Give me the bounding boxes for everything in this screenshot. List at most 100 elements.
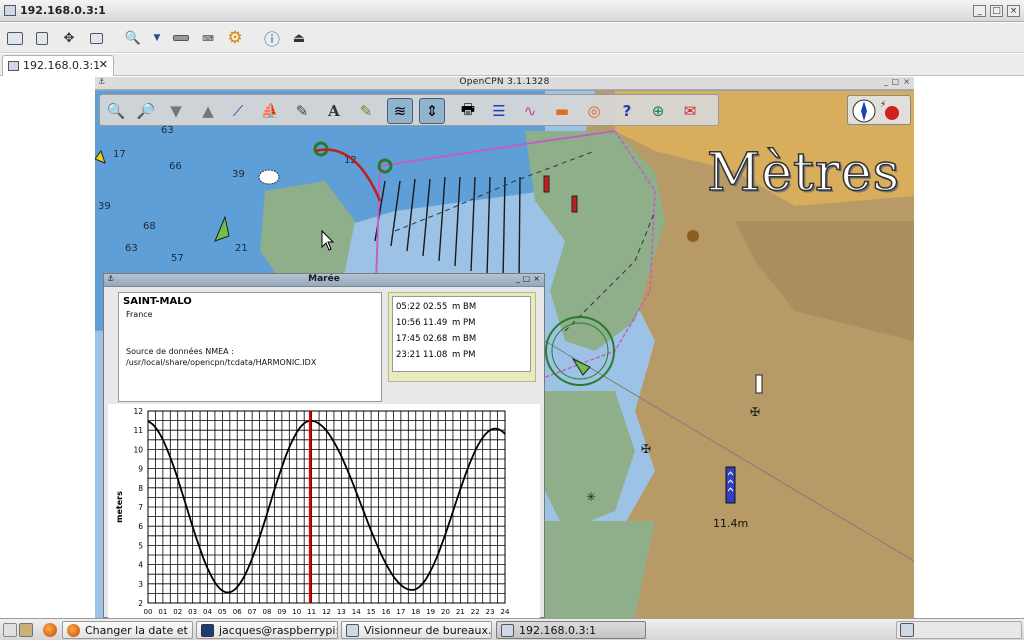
svg-text:✠: ✠ [641,442,651,456]
window-app-icon [4,5,16,16]
tide-dialog-maximize-button[interactable]: □ [522,274,530,283]
zoom-in-icon[interactable]: 🔍 [103,98,129,124]
chart-units-label: Mètres [706,142,901,204]
ais-icon[interactable]: ⊕ [645,98,671,124]
vnc-viewer-icon [501,624,514,637]
tab-close-icon[interactable]: ✕ [99,58,108,71]
ctrl-alt-del-icon[interactable]: ⌨ [197,27,219,49]
firefox-icon[interactable] [43,623,57,637]
taskbar-item[interactable]: Visionneur de bureaux... [341,621,492,639]
opencpn-close-button[interactable]: × [903,77,910,86]
scale-out-icon[interactable]: ▲ [195,98,221,124]
tab-remote-session[interactable]: 192.168.0.3:1 ✕ [2,55,114,76]
scale-in-icon[interactable]: ▼ [163,98,189,124]
dropdown-icon[interactable]: ▼ [146,27,168,49]
event-kind: PM [463,350,476,360]
print-icon[interactable]: 🖶 [455,98,481,124]
tide-dialog-close-button[interactable]: × [533,274,540,283]
tide-dialog-minimize-button[interactable]: _ [516,274,520,283]
opencpn-maximize-button[interactable]: □ [891,77,899,86]
settings-icon[interactable]: ⚙ [224,27,246,49]
scale-icon[interactable]: ✥ [58,27,80,49]
mob-icon[interactable]: ◎ [581,98,607,124]
current-icon[interactable]: ≋ [387,98,413,124]
disconnect-icon[interactable]: ⏏ [288,27,310,49]
x-tick-label: 04 [203,608,212,616]
opencpn-toolbar: 🔍 🔎 ▼ ▲ ⟋ ⛵ ✎ A ✎ ≋ ⇕ 🖶 ☰ ∿ ▬ ◎ ? ⊕ ✉ [99,94,719,126]
svg-text:⚡: ⚡ [880,100,886,110]
tide-events-list: 05:22 02.55 m BM 10:56 11.49 m PM 17:45 … [392,296,531,372]
event-time: 17:45 [396,334,421,344]
tab-monitor-icon [8,61,19,71]
event-unit: m [452,350,461,360]
terminal-icon [201,624,214,637]
tray-vnc-icon[interactable] [900,623,914,637]
sounding-label: 63 [125,243,138,254]
event-time: 05:22 [396,302,421,312]
opencpn-minimize-button[interactable]: _ [884,77,888,86]
sounding-label: 63 [161,125,174,136]
x-tick-label: 21 [456,608,465,616]
tide-dialog-titlebar[interactable]: ⚓ Marée _ □ × [104,274,544,287]
sounding-label: 66 [169,161,182,172]
help-icon[interactable]: ? [614,98,640,124]
track-icon[interactable]: ∿ [517,98,543,124]
fullscreen-icon[interactable] [4,27,26,49]
taskbar-item[interactable]: Changer la date et l'h... [62,621,193,639]
y-tick-label: 4 [138,561,143,570]
vnc-viewer-icon [346,624,359,637]
event-kind: BM [463,302,477,312]
ship-icon[interactable]: ⛵ [257,98,283,124]
show-desktop-icon[interactable] [3,623,17,637]
route-icon[interactable]: ⟋ [225,98,251,124]
x-tick-label: 15 [367,608,376,616]
route-manager-icon[interactable]: ☰ [486,98,512,124]
info-icon[interactable]: ⓘ [261,27,283,49]
close-window-button[interactable]: × [1007,5,1020,17]
tide-active-icon[interactable]: ⇕ [419,98,445,124]
taskbar-item[interactable]: jacques@raspberrypi:... [196,621,338,639]
sounding-label: 39 [232,169,245,180]
chart-info-icon[interactable]: ✉ [677,98,703,124]
event-height: 11.08 [423,350,448,360]
tide-icon[interactable]: ✎ [353,98,379,124]
sounding-label: 17 [113,149,126,160]
x-tick-label: 13 [337,608,346,616]
minimize-button[interactable]: _ [973,5,986,17]
windows-icon[interactable] [85,27,107,49]
y-tick-label: 11 [133,426,143,435]
text-icon[interactable]: A [321,98,347,124]
data-source-path: /usr/local/share/opencpn/tcdata/HARMONIC… [126,358,317,367]
zoom-icon[interactable]: 🔍 [122,27,144,49]
keyboard-icon[interactable] [170,27,192,49]
fit-window-icon[interactable] [31,27,53,49]
taskbar: Changer la date et l'h... jacques@raspbe… [0,618,1024,640]
x-tick-label: 23 [486,608,495,616]
x-tick-label: 00 [144,608,153,616]
app-root: 192.168.0.3:1 _ □ × ✥ 🔍 ▼ ⌨ ⚙ ⓘ ⏏ 192.16… [0,0,1024,640]
event-height: 02.55 [423,302,448,312]
color-scheme-icon[interactable]: ▬ [549,98,575,124]
y-tick-label: 6 [138,522,143,531]
station-name: SAINT-MALO [123,296,192,307]
compass-widget[interactable]: ⚡ [847,95,911,125]
x-tick-label: 09 [277,608,286,616]
maximize-button[interactable]: □ [990,5,1003,17]
tide-graph-svg: 2345678910111200 01 02 03 04 05 06 07 08 09 10 11 12… [115,407,510,616]
x-tick-label: 20 [441,608,450,616]
sounding-label: 21 [235,243,248,254]
file-manager-icon[interactable] [19,623,33,637]
window-titlebar[interactable]: 192.168.0.3:1 _ □ × [0,0,1024,22]
x-tick-label: 07 [248,608,257,616]
firefox-icon [67,624,80,637]
remote-desktop[interactable]: ⚓ OpenCPN 3.1.1328 _ □ × 63 17 66 39 39 … [0,77,1024,618]
measure-icon[interactable]: ✎ [289,98,315,124]
taskbar-item-active[interactable]: 192.168.0.3:1 [496,621,646,639]
tide-graph[interactable]: 2 3 4 5 6 7 8 9 10 11 12 00 01 02 03 04 05 06 07 08 09 10 11 12… [108,404,540,618]
window-title: 192.168.0.3:1 [20,4,106,17]
tide-dialog-title: Marée [308,274,340,284]
opencpn-titlebar[interactable]: ⚓ OpenCPN 3.1.1328 _ □ × [95,77,914,90]
x-tick-label: 22 [471,608,480,616]
zoom-out-icon[interactable]: 🔎 [133,98,159,124]
viewer-toolbar: ✥ 🔍 ▼ ⌨ ⚙ ⓘ ⏏ [0,23,1024,53]
